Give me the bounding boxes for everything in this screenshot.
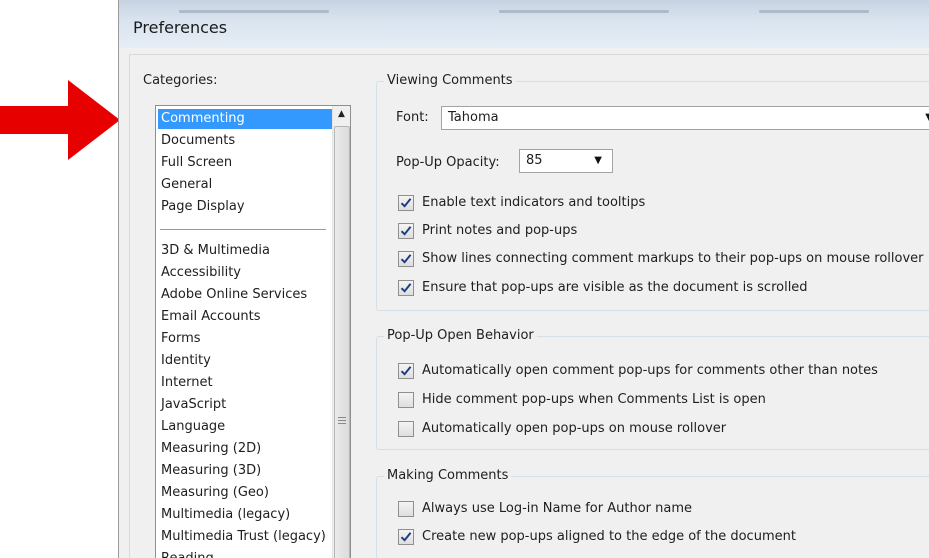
scroll-up-arrow-icon[interactable]: ▲ bbox=[333, 106, 350, 123]
red-arrow-icon bbox=[0, 80, 120, 160]
chevron-down-icon: ▼ bbox=[925, 109, 929, 127]
category-forms[interactable]: Forms bbox=[158, 329, 333, 349]
checkmark-icon bbox=[400, 283, 412, 293]
checkbox[interactable] bbox=[398, 251, 414, 267]
category-3d-multimedia[interactable]: 3D & Multimedia bbox=[158, 241, 333, 261]
opacity-dropdown[interactable]: 85 ▼ bbox=[519, 149, 613, 173]
opacity-value: 85 bbox=[526, 153, 543, 168]
category-javascript[interactable]: JavaScript bbox=[158, 395, 333, 415]
categories-scrollbar[interactable]: ▲ bbox=[332, 106, 350, 558]
checkbox-label: Print notes and pop-ups bbox=[422, 223, 578, 238]
font-value: Tahoma bbox=[448, 110, 499, 125]
scroll-grip bbox=[338, 423, 346, 424]
category-full-screen[interactable]: Full Screen bbox=[158, 153, 333, 173]
titlebar-decoration bbox=[179, 10, 329, 13]
checkbox[interactable] bbox=[398, 363, 414, 379]
preferences-dialog: Preferences Categories: Commenting Docum… bbox=[118, 0, 929, 558]
category-measuring-3d[interactable]: Measuring (3D) bbox=[158, 461, 333, 481]
category-commenting[interactable]: Commenting bbox=[158, 109, 333, 129]
category-adobe-online-services[interactable]: Adobe Online Services bbox=[158, 285, 333, 305]
categories-items: Commenting Documents Full Screen General… bbox=[156, 106, 333, 558]
checkbox-label: Automatically open comment pop-ups for c… bbox=[422, 363, 878, 378]
checkbox-label: Create new pop-ups aligned to the edge o… bbox=[422, 529, 796, 544]
titlebar-decoration bbox=[499, 10, 669, 13]
list-separator bbox=[160, 229, 326, 230]
title-bar[interactable]: Preferences bbox=[119, 0, 929, 48]
checkbox[interactable] bbox=[398, 529, 414, 545]
categories-label: Categories: bbox=[143, 73, 218, 88]
font-label: Font: bbox=[396, 110, 429, 125]
making-comments-title: Making Comments bbox=[384, 468, 512, 483]
category-page-display[interactable]: Page Display bbox=[158, 197, 333, 217]
checkmark-icon bbox=[400, 226, 412, 236]
checkbox[interactable] bbox=[398, 392, 414, 408]
checkbox[interactable] bbox=[398, 421, 414, 437]
checkmark-icon bbox=[400, 366, 412, 376]
category-documents[interactable]: Documents bbox=[158, 131, 333, 151]
checkmark-icon bbox=[400, 254, 412, 264]
checkbox-label: Hide comment pop-ups when Comments List … bbox=[422, 392, 766, 407]
scroll-grip bbox=[338, 420, 346, 421]
checkmark-icon bbox=[400, 198, 412, 208]
checkmark-icon bbox=[400, 532, 412, 542]
font-dropdown[interactable]: Tahoma ▼ bbox=[441, 106, 929, 130]
categories-list[interactable]: Commenting Documents Full Screen General… bbox=[155, 105, 351, 558]
checkbox[interactable] bbox=[398, 280, 414, 296]
checkbox-label: Show lines connecting comment markups to… bbox=[422, 251, 924, 266]
titlebar-decoration bbox=[759, 10, 869, 13]
checkbox-label: Automatically open pop-ups on mouse roll… bbox=[422, 421, 727, 436]
checkbox-label: Ensure that pop-ups are visible as the d… bbox=[422, 280, 808, 295]
category-measuring-geo[interactable]: Measuring (Geo) bbox=[158, 483, 333, 503]
checkbox-label: Enable text indicators and tooltips bbox=[422, 195, 646, 210]
scroll-grip bbox=[338, 417, 346, 418]
category-language[interactable]: Language bbox=[158, 417, 333, 437]
category-multimedia-legacy[interactable]: Multimedia (legacy) bbox=[158, 505, 333, 525]
category-email-accounts[interactable]: Email Accounts bbox=[158, 307, 333, 327]
category-identity[interactable]: Identity bbox=[158, 351, 333, 371]
category-internet[interactable]: Internet bbox=[158, 373, 333, 393]
window-title: Preferences bbox=[133, 18, 228, 37]
making-comments-group bbox=[376, 476, 929, 558]
checkbox[interactable] bbox=[398, 195, 414, 211]
chevron-down-icon: ▼ bbox=[594, 155, 602, 166]
category-multimedia-trust-legacy[interactable]: Multimedia Trust (legacy) bbox=[158, 527, 333, 547]
viewing-comments-title: Viewing Comments bbox=[384, 73, 516, 88]
category-measuring-2d[interactable]: Measuring (2D) bbox=[158, 439, 333, 459]
checkbox-label: Always use Log-in Name for Author name bbox=[422, 501, 692, 516]
popup-behavior-title: Pop-Up Open Behavior bbox=[384, 328, 537, 343]
category-general[interactable]: General bbox=[158, 175, 333, 195]
opacity-label: Pop-Up Opacity: bbox=[396, 155, 500, 170]
category-reading[interactable]: Reading bbox=[158, 549, 333, 558]
checkbox[interactable] bbox=[398, 501, 414, 517]
checkbox[interactable] bbox=[398, 223, 414, 239]
category-accessibility[interactable]: Accessibility bbox=[158, 263, 333, 283]
scroll-thumb[interactable] bbox=[334, 126, 350, 558]
